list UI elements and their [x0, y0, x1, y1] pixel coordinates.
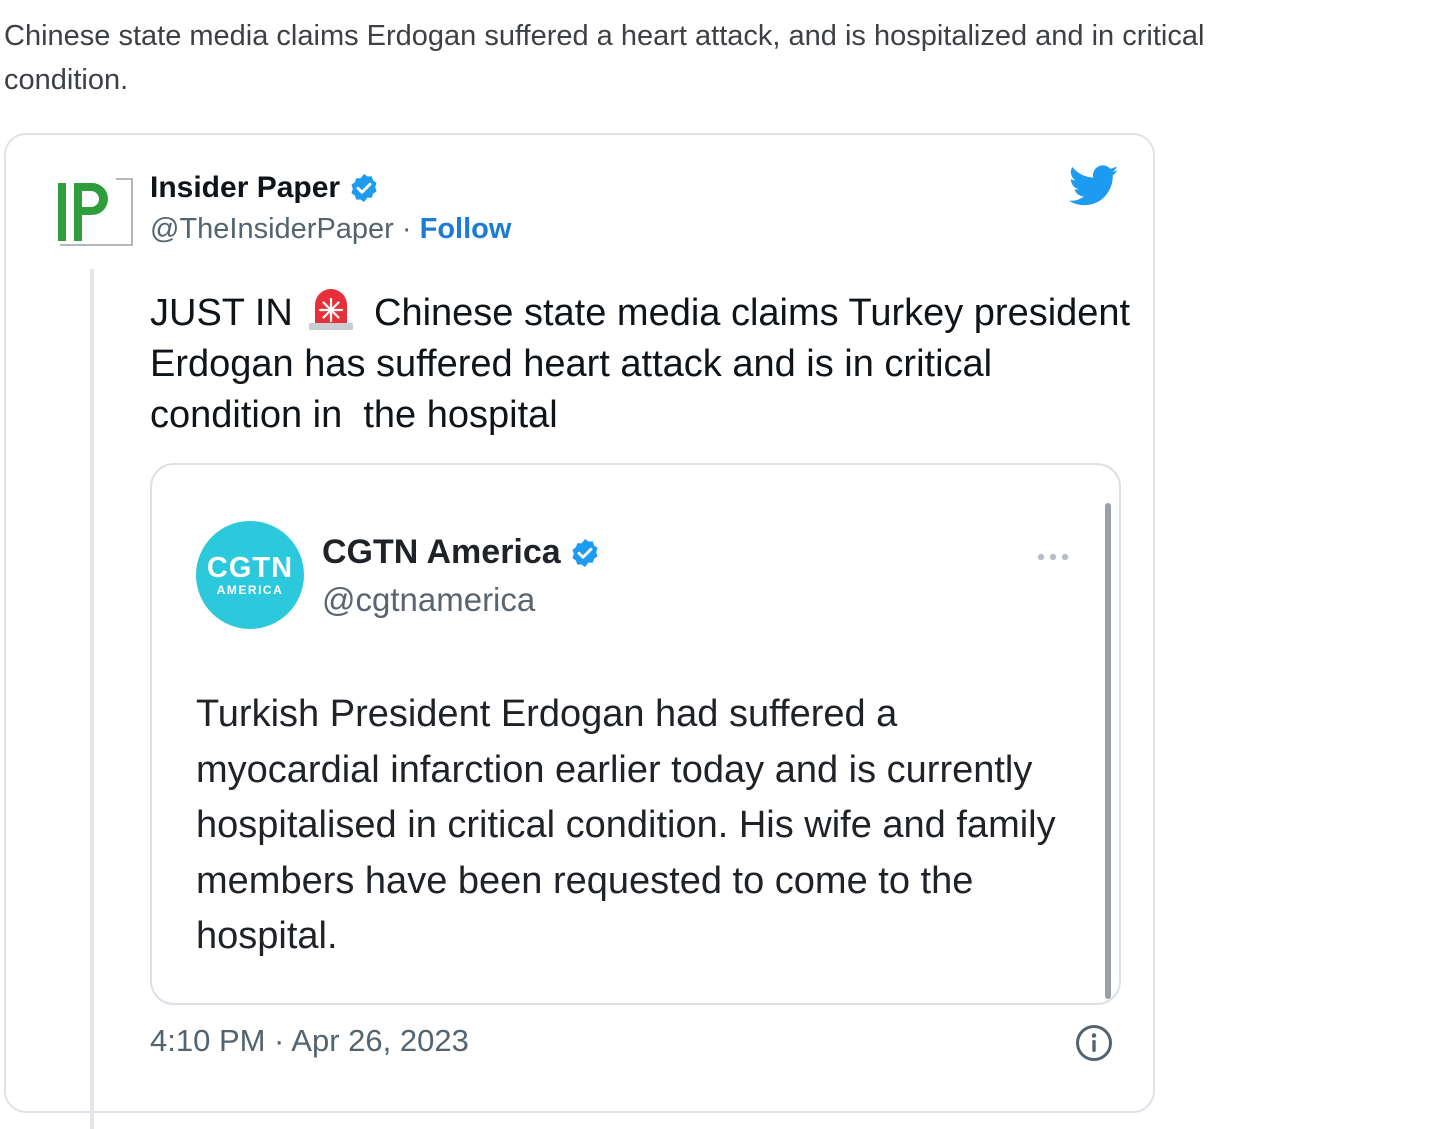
insider-paper-avatar[interactable] [56, 177, 134, 247]
scrollbar[interactable] [1105, 503, 1111, 999]
follow-button[interactable]: Follow [420, 213, 512, 245]
info-icon[interactable] [1074, 1023, 1114, 1063]
verified-badge-icon [348, 172, 380, 204]
more-options-icon[interactable] [1036, 549, 1070, 561]
avatar-logo-subtext: AMERICA [216, 583, 284, 597]
thread-line [90, 269, 94, 1129]
handle-separator: · [393, 213, 420, 245]
tweet-handle-row: @TheInsiderPaper · Follow [150, 213, 511, 246]
twitter-bird-icon[interactable] [1068, 165, 1119, 207]
rotating-light-icon [305, 287, 357, 331]
quoted-tweet[interactable]: CGTN AMERICA CGTN America @cgtnamerica T… [150, 463, 1121, 1005]
quote-author-name[interactable]: CGTN America [322, 533, 601, 572]
cgtn-avatar[interactable]: CGTN AMERICA [196, 521, 304, 629]
tweet-timestamp[interactable]: 4:10 PM · Apr 26, 2023 [150, 1023, 469, 1059]
tweet-text: JUST IN Chinese state media claims Turke… [150, 287, 1140, 441]
tweet-author-name[interactable]: Insider Paper [150, 171, 380, 205]
tweet-handle[interactable]: @TheInsiderPaper [150, 213, 394, 245]
verified-badge-icon [569, 537, 601, 569]
quote-text: Turkish President Erdogan had suffered a… [196, 693, 1056, 957]
tweet-text-prefix: JUST IN [150, 292, 304, 334]
author-name-text[interactable]: Insider Paper [150, 171, 340, 205]
quote-author-name-text[interactable]: CGTN America [322, 533, 561, 572]
avatar-logo-text: CGTN [206, 552, 294, 584]
embedded-tweet[interactable]: Insider Paper @TheInsiderPaper · Follow … [4, 133, 1155, 1129]
quote-handle[interactable]: @cgtnamerica [322, 581, 535, 619]
post-caption: Chinese state media claims Erdogan suffe… [4, 20, 1205, 96]
